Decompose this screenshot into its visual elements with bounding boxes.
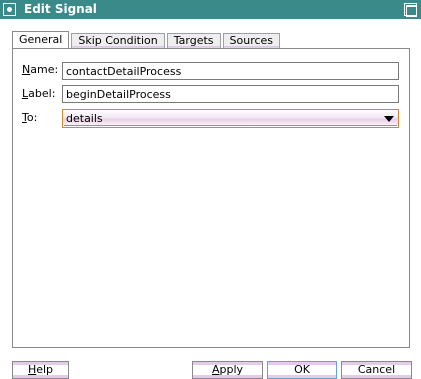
help-button[interactable]: Help: [12, 361, 69, 379]
apply-button[interactable]: Apply: [192, 361, 263, 379]
name-label: Name:: [22, 63, 59, 76]
to-label: To:: [22, 111, 38, 124]
to-dropdown[interactable]: details: [62, 109, 399, 128]
tab-strip: General Skip Condition Targets Sources: [12, 31, 282, 48]
label-field[interactable]: beginDetailProcess: [62, 85, 399, 103]
tab-general[interactable]: General: [12, 31, 70, 48]
cancel-button[interactable]: Cancel: [341, 361, 412, 379]
maximize-icon[interactable]: [404, 3, 417, 17]
title-bar: Edit Signal: [0, 0, 421, 19]
tab-targets[interactable]: Targets: [166, 33, 221, 48]
label-label: Label:: [22, 87, 56, 100]
chevron-down-icon[interactable]: [384, 116, 394, 122]
window-menu-icon[interactable]: [3, 3, 16, 16]
ok-button[interactable]: OK: [267, 361, 337, 379]
tab-sources[interactable]: Sources: [222, 33, 281, 48]
label-row: Label:: [22, 87, 61, 100]
to-selected-value: details: [66, 112, 103, 125]
name-field[interactable]: contactDetailProcess: [62, 62, 399, 80]
to-row: To:: [22, 111, 61, 124]
name-row: Name:: [22, 63, 61, 76]
focus-indicator: [64, 125, 397, 126]
tab-skip-condition[interactable]: Skip Condition: [71, 33, 165, 48]
window-title: Edit Signal: [24, 2, 97, 16]
